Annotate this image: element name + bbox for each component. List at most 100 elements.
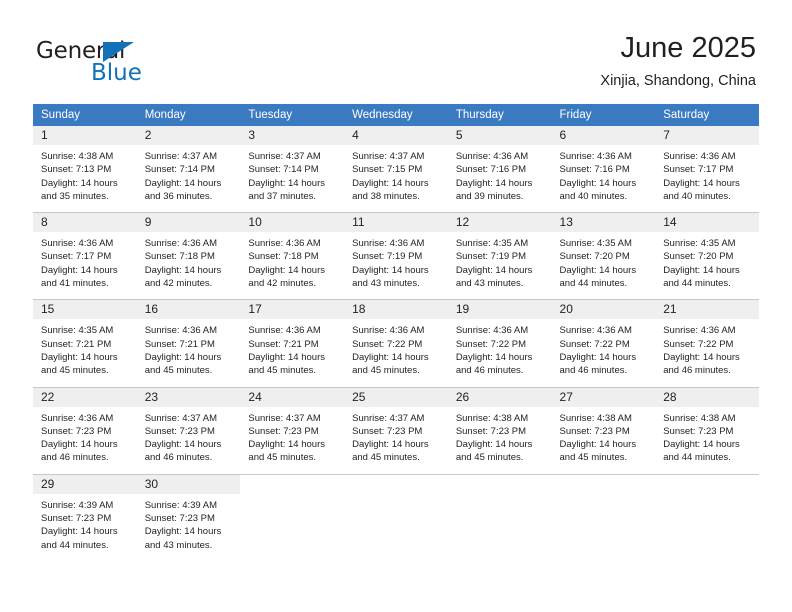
day-cell[interactable]: 4 Sunrise: 4:37 AM Sunset: 7:15 PM Dayli…: [344, 126, 448, 213]
daylight-text-line1: Daylight: 14 hours: [41, 264, 118, 276]
sunrise-text: Sunrise: 4:38 AM: [455, 412, 529, 424]
day-cell[interactable]: 24 Sunrise: 4:37 AM Sunset: 7:23 PM Dayl…: [240, 386, 345, 475]
day-cell[interactable]: 28 Sunrise: 4:38 AM Sunset: 7:23 PM Dayl…: [655, 386, 759, 475]
day-cell[interactable]: 14 Sunrise: 4:35 AM Sunset: 7:20 PM Dayl…: [655, 212, 759, 300]
day-cell[interactable]: 13 Sunrise: 4:35 AM Sunset: 7:20 PM Dayl…: [551, 212, 656, 300]
day-number: 29: [33, 474, 137, 494]
day-cell[interactable]: 25 Sunrise: 4:37 AM Sunset: 7:23 PM Dayl…: [344, 386, 448, 475]
sunset-text: Sunset: 7:23 PM: [41, 513, 112, 525]
day-number: 4: [344, 126, 448, 145]
day-number: 20: [551, 300, 656, 320]
day-cell[interactable]: 26 Sunrise: 4:38 AM Sunset: 7:23 PM Dayl…: [447, 386, 552, 475]
day-cell[interactable]: 9 Sunrise: 4:36 AM Sunset: 7:18 PM Dayli…: [136, 212, 241, 300]
sunrise-text: Sunrise: 4:36 AM: [352, 238, 425, 250]
daylight-text-line2: and 38 minutes.: [352, 190, 420, 202]
sunset-text: Sunset: 7:16 PM: [455, 164, 527, 176]
day-cell[interactable]: 21 Sunrise: 4:36 AM Sunset: 7:22 PM Dayl…: [655, 299, 759, 388]
day-cell[interactable]: 19 Sunrise: 4:36 AM Sunset: 7:22 PM Dayl…: [447, 299, 552, 388]
daylight-text-line2: and 45 minutes.: [455, 452, 524, 464]
daylight-text-line2: and 44 minutes.: [41, 539, 109, 551]
daylight-text-line1: Daylight: 14 hours: [144, 264, 222, 276]
day-number: 10: [240, 213, 345, 233]
day-details: Sunrise: 4:35 AM Sunset: 7:19 PM Dayligh…: [448, 232, 552, 299]
weekday-header-wednesday: Wednesday: [344, 104, 448, 126]
sunset-text: Sunset: 7:17 PM: [663, 164, 734, 176]
daylight-text-line2: and 40 minutes.: [663, 190, 731, 202]
day-cell[interactable]: 11 Sunrise: 4:36 AM Sunset: 7:19 PM Dayl…: [344, 212, 448, 300]
sunset-text: Sunset: 7:19 PM: [352, 251, 423, 263]
day-details: Sunrise: 4:36 AM Sunset: 7:21 PM Dayligh…: [240, 319, 344, 386]
daylight-text-line2: and 45 minutes.: [352, 452, 420, 464]
page-header: General Blue June 2025 Xinjia, Shandong,…: [0, 0, 792, 100]
daylight-text-line1: Daylight: 14 hours: [352, 177, 429, 189]
sunset-text: Sunset: 7:21 PM: [41, 338, 112, 350]
day-details: Sunrise: 4:36 AM Sunset: 7:17 PM Dayligh…: [33, 232, 137, 299]
daylight-text-line1: Daylight: 14 hours: [663, 177, 740, 189]
daylight-text-line2: and 45 minutes.: [248, 365, 317, 377]
day-cell[interactable]: 6 Sunrise: 4:36 AM Sunset: 7:16 PM Dayli…: [551, 126, 656, 213]
sunrise-text: Sunrise: 4:36 AM: [144, 238, 218, 250]
sunrise-text: Sunrise: 4:38 AM: [663, 412, 736, 424]
weekday-header-row: Sunday Monday Tuesday Wednesday Thursday…: [33, 104, 759, 126]
day-cell[interactable]: 27 Sunrise: 4:38 AM Sunset: 7:23 PM Dayl…: [551, 386, 656, 475]
daylight-text-line1: Daylight: 14 hours: [41, 351, 118, 363]
sunrise-text: Sunrise: 4:38 AM: [559, 412, 632, 424]
sunset-text: Sunset: 7:13 PM: [41, 164, 112, 176]
sunrise-text: Sunrise: 4:36 AM: [455, 151, 529, 162]
day-details: Sunrise: 4:36 AM Sunset: 7:22 PM Dayligh…: [655, 319, 759, 386]
general-blue-logo[interactable]: General Blue: [36, 38, 216, 86]
day-number: 7: [655, 126, 759, 145]
day-cell[interactable]: 22 Sunrise: 4:36 AM Sunset: 7:23 PM Dayl…: [33, 386, 137, 475]
sunset-text: Sunset: 7:17 PM: [41, 251, 112, 263]
day-cell[interactable]: 15 Sunrise: 4:35 AM Sunset: 7:21 PM Dayl…: [33, 299, 137, 388]
sunset-text: Sunset: 7:22 PM: [663, 338, 734, 350]
sunrise-text: Sunrise: 4:37 AM: [248, 412, 321, 424]
sunrise-text: Sunrise: 4:35 AM: [41, 325, 114, 337]
day-cell[interactable]: 8 Sunrise: 4:36 AM Sunset: 7:17 PM Dayli…: [33, 212, 137, 300]
day-details: Sunrise: 4:38 AM Sunset: 7:23 PM Dayligh…: [655, 407, 759, 474]
day-cell[interactable]: 7 Sunrise: 4:36 AM Sunset: 7:17 PM Dayli…: [655, 126, 759, 213]
day-details: Sunrise: 4:38 AM Sunset: 7:23 PM Dayligh…: [552, 407, 656, 474]
day-number: [344, 474, 448, 494]
day-details: Sunrise: 4:36 AM Sunset: 7:22 PM Dayligh…: [344, 319, 448, 386]
daylight-text-line1: Daylight: 14 hours: [248, 351, 325, 363]
day-details: Sunrise: 4:36 AM Sunset: 7:16 PM Dayligh…: [448, 145, 552, 212]
day-details: Sunrise: 4:35 AM Sunset: 7:20 PM Dayligh…: [655, 232, 759, 299]
daylight-text-line1: Daylight: 14 hours: [663, 351, 740, 363]
daylight-text-line2: and 42 minutes.: [248, 278, 317, 290]
day-cell-empty: [240, 473, 345, 561]
day-cell[interactable]: 1 Sunrise: 4:38 AM Sunset: 7:13 PM Dayli…: [33, 126, 137, 213]
day-cell[interactable]: 16 Sunrise: 4:36 AM Sunset: 7:21 PM Dayl…: [136, 299, 241, 388]
day-cell[interactable]: 12 Sunrise: 4:35 AM Sunset: 7:19 PM Dayl…: [447, 212, 552, 300]
day-details: Sunrise: 4:39 AM Sunset: 7:23 PM Dayligh…: [33, 494, 137, 561]
day-cell[interactable]: 5 Sunrise: 4:36 AM Sunset: 7:16 PM Dayli…: [447, 126, 552, 213]
sunrise-text: Sunrise: 4:36 AM: [559, 151, 632, 162]
daylight-text-line1: Daylight: 14 hours: [41, 526, 118, 538]
day-cell[interactable]: 18 Sunrise: 4:36 AM Sunset: 7:22 PM Dayl…: [344, 299, 448, 388]
day-cell[interactable]: 30 Sunrise: 4:39 AM Sunset: 7:23 PM Dayl…: [136, 473, 241, 561]
daylight-text-line2: and 36 minutes.: [144, 190, 213, 202]
daylight-text-line2: and 46 minutes.: [663, 365, 731, 377]
calendar-page: General Blue June 2025 Xinjia, Shandong,…: [0, 0, 792, 612]
day-number: 27: [551, 387, 656, 407]
day-cell[interactable]: 10 Sunrise: 4:36 AM Sunset: 7:18 PM Dayl…: [240, 212, 345, 300]
daylight-text-line1: Daylight: 14 hours: [455, 351, 533, 363]
sunrise-text: Sunrise: 4:35 AM: [663, 238, 736, 250]
day-cell[interactable]: 2 Sunrise: 4:37 AM Sunset: 7:14 PM Dayli…: [136, 126, 241, 213]
day-cell[interactable]: 20 Sunrise: 4:36 AM Sunset: 7:22 PM Dayl…: [551, 299, 656, 388]
sunrise-text: Sunrise: 4:36 AM: [559, 325, 632, 337]
day-cell[interactable]: 29 Sunrise: 4:39 AM Sunset: 7:23 PM Dayl…: [33, 473, 137, 561]
weekday-header-friday: Friday: [551, 104, 656, 126]
sunset-text: Sunset: 7:23 PM: [144, 513, 215, 525]
day-cell[interactable]: 3 Sunrise: 4:37 AM Sunset: 7:14 PM Dayli…: [240, 126, 345, 213]
day-cell[interactable]: 23 Sunrise: 4:37 AM Sunset: 7:23 PM Dayl…: [136, 386, 241, 475]
day-details: Sunrise: 4:36 AM Sunset: 7:16 PM Dayligh…: [552, 145, 656, 212]
day-details: Sunrise: 4:38 AM Sunset: 7:23 PM Dayligh…: [448, 407, 552, 474]
weekday-header-thursday: Thursday: [447, 104, 552, 126]
day-number: 3: [240, 126, 345, 145]
day-details: Sunrise: 4:39 AM Sunset: 7:23 PM Dayligh…: [137, 494, 241, 561]
day-details: [655, 494, 759, 558]
day-cell-empty: [344, 473, 448, 561]
day-cell[interactable]: 17 Sunrise: 4:36 AM Sunset: 7:21 PM Dayl…: [240, 299, 345, 388]
daylight-text-line1: Daylight: 14 hours: [455, 439, 533, 451]
